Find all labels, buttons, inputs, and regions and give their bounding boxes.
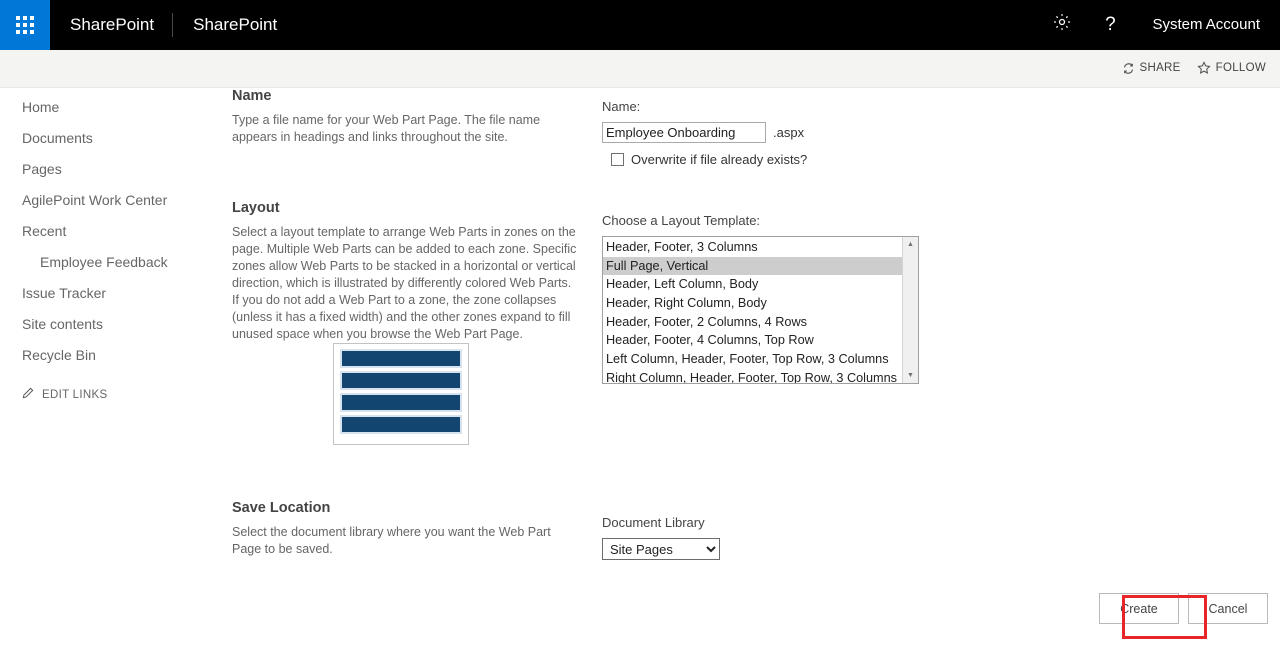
layout-section-desc-text: Select a layout template to arrange Web …	[232, 225, 577, 341]
sidebar-item-pages[interactable]: Pages	[0, 154, 225, 185]
document-library-label: Document Library	[602, 515, 705, 530]
share-follow-group: SHARE FOLLOW	[1122, 61, 1267, 75]
name-section-title: Name	[232, 88, 272, 104]
layout-preview-thumbnail	[333, 343, 469, 445]
overwrite-row: Overwrite if file already exists?	[611, 152, 1002, 167]
preview-zone	[340, 393, 462, 412]
star-icon	[1196, 61, 1211, 75]
edit-links-label: EDIT LINKS	[42, 388, 108, 401]
webpart-page-form: Name Type a file name for your Web Part …	[225, 88, 1280, 645]
create-button[interactable]: Create	[1099, 593, 1179, 624]
layout-section-title: Layout	[232, 200, 280, 216]
share-button[interactable]: SHARE	[1122, 62, 1181, 75]
layout-option[interactable]: Left Column, Header, Footer, Top Row, 3 …	[603, 350, 902, 369]
name-field-label: Name:	[602, 99, 641, 114]
layout-section-fields: Choose a Layout Template: Header, Footer…	[602, 213, 1002, 384]
layout-option[interactable]: Right Column, Header, Footer, Top Row, 3…	[603, 369, 902, 383]
preview-zone	[340, 349, 462, 368]
layout-section-description: Layout Select a layout template to arran…	[232, 200, 582, 343]
layout-option-selected[interactable]: Full Page, Vertical	[603, 256, 902, 276]
suite-brand-link[interactable]: SharePoint	[50, 0, 172, 50]
document-library-select[interactable]: Site Pages	[602, 538, 720, 560]
follow-button[interactable]: FOLLOW	[1196, 61, 1266, 75]
preview-zone	[340, 415, 462, 434]
sidebar-item-recycle-bin[interactable]: Recycle Bin	[0, 340, 225, 371]
share-icon	[1122, 62, 1135, 75]
save-location-desc-text: Select the document library where you wa…	[232, 525, 551, 556]
layout-option[interactable]: Header, Left Column, Body	[603, 275, 902, 294]
layout-template-options: Header, Footer, 3 Columns Full Page, Ver…	[603, 237, 902, 383]
site-title-link[interactable]: SharePoint	[173, 0, 297, 50]
help-icon: ?	[1105, 14, 1116, 35]
follow-label: FOLLOW	[1215, 62, 1266, 74]
name-input-row: .aspx	[602, 122, 1002, 143]
file-extension-label: .aspx	[773, 125, 805, 140]
cancel-button[interactable]: Cancel	[1188, 593, 1268, 624]
form-buttons: Create Cancel	[1099, 593, 1268, 624]
settings-button[interactable]	[1038, 0, 1086, 50]
layout-template-listbox[interactable]: Header, Footer, 3 Columns Full Page, Ver…	[602, 236, 919, 384]
overwrite-checkbox[interactable]	[611, 153, 624, 166]
layout-option[interactable]: Header, Footer, 3 Columns	[603, 238, 902, 257]
layout-option[interactable]: Header, Right Column, Body	[603, 294, 902, 313]
sidebar-item-documents[interactable]: Documents	[0, 123, 225, 154]
caret-down-icon[interactable]: ▼	[903, 368, 918, 383]
name-section-description: Name Type a file name for your Web Part …	[232, 88, 582, 146]
sidebar-item-issue-tracker[interactable]: Issue Tracker	[0, 278, 225, 309]
save-location-fields: Document Library Site Pages	[602, 515, 1002, 560]
sidebar-item-recent[interactable]: Recent	[0, 216, 225, 247]
listbox-scrollbar[interactable]: ▲ ▼	[902, 237, 918, 383]
share-label: SHARE	[1139, 62, 1181, 74]
edit-links-button[interactable]: EDIT LINKS	[0, 371, 225, 409]
form-footer: Create Cancel	[225, 593, 1280, 645]
layout-option[interactable]: Header, Footer, 2 Columns, 4 Rows	[603, 313, 902, 332]
overwrite-label: Overwrite if file already exists?	[631, 152, 808, 167]
layout-option[interactable]: Header, Footer, 4 Columns, Top Row	[603, 331, 902, 350]
preview-zone	[340, 371, 462, 390]
pencil-icon	[22, 387, 34, 402]
page-command-band: SHARE FOLLOW	[0, 50, 1280, 88]
app-launcher-button[interactable]	[0, 0, 50, 50]
user-menu[interactable]: System Account	[1134, 0, 1274, 50]
sidebar-item-agilepoint-work-center[interactable]: AgilePoint Work Center	[0, 185, 225, 216]
sidebar-item-employee-feedback[interactable]: Employee Feedback	[0, 247, 225, 278]
sidebar-item-site-contents[interactable]: Site contents	[0, 309, 225, 340]
name-section-fields: Name: .aspx Overwrite if file already ex…	[602, 99, 1002, 167]
caret-up-icon[interactable]: ▲	[903, 237, 918, 252]
suite-bar-right: ? System Account	[1038, 0, 1280, 50]
sidebar-item-home[interactable]: Home	[0, 92, 225, 123]
left-navigation: Home Documents Pages AgilePoint Work Cen…	[0, 88, 225, 645]
help-button[interactable]: ?	[1086, 0, 1134, 50]
layout-template-label: Choose a Layout Template:	[602, 213, 761, 228]
save-location-title: Save Location	[232, 500, 331, 516]
save-location-description: Save Location Select the document librar…	[232, 500, 582, 558]
waffle-grid-icon	[16, 16, 34, 34]
suite-bar: SharePoint SharePoint ? System Account	[0, 0, 1280, 50]
name-section-desc-text: Type a file name for your Web Part Page.…	[232, 113, 541, 144]
page-name-input[interactable]	[602, 122, 766, 143]
gear-icon	[1052, 12, 1072, 38]
